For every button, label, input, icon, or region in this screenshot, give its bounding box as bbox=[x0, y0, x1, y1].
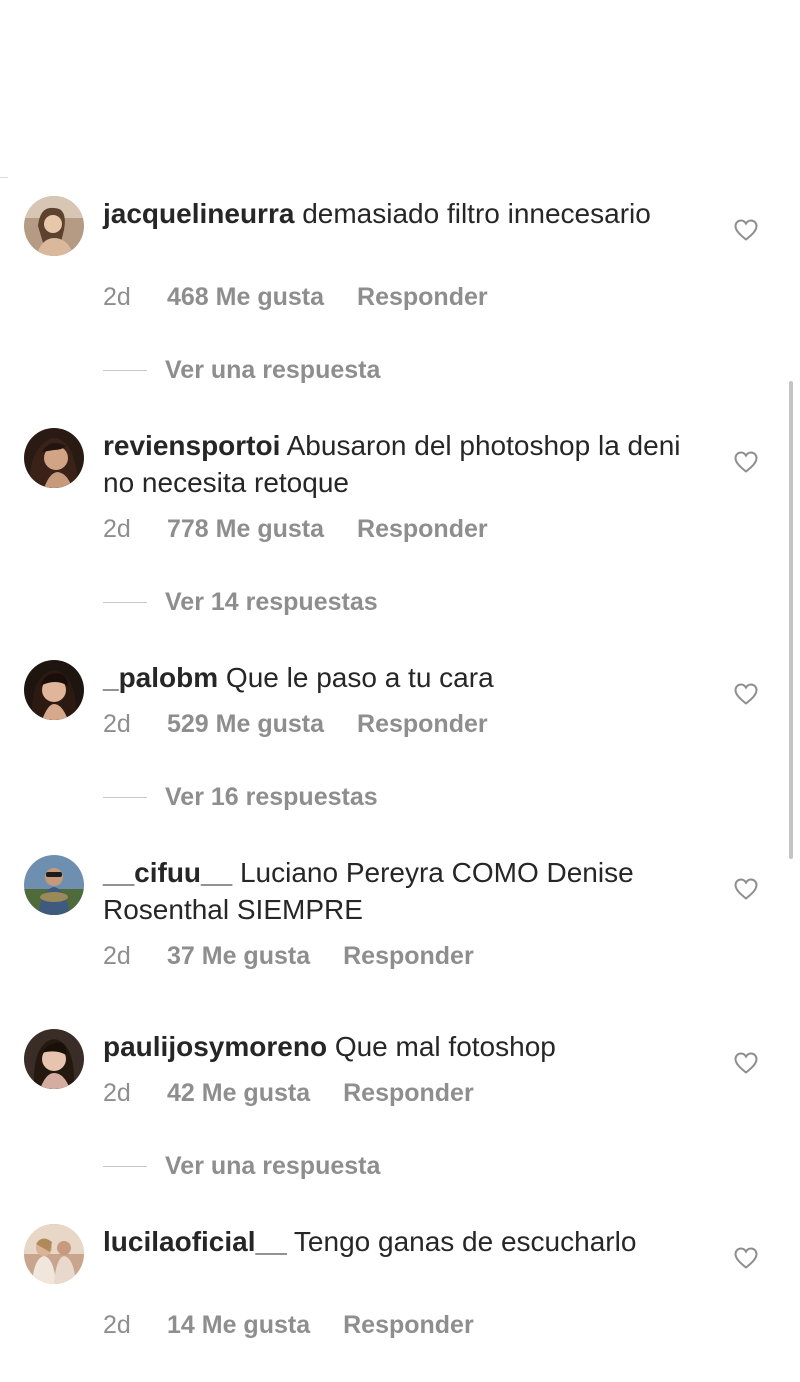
comment-time: 2d bbox=[103, 942, 131, 970]
header-divider bbox=[0, 177, 8, 178]
reply-button[interactable]: Responder bbox=[343, 941, 474, 971]
comment-likes[interactable]: 468 Me gusta bbox=[167, 282, 324, 312]
avatar[interactable] bbox=[24, 428, 84, 488]
comment-likes[interactable]: 37 Me gusta bbox=[167, 941, 310, 971]
comment-username[interactable]: reviensportoi bbox=[103, 430, 280, 461]
comment-meta: 2d 468 Me gusta Responder bbox=[103, 282, 488, 312]
view-replies-label[interactable]: Ver una respuesta bbox=[165, 1151, 380, 1181]
comment-text: __cifuu__ Luciano Pereyra COMO Denise Ro… bbox=[103, 854, 713, 928]
reply-button[interactable]: Responder bbox=[343, 1078, 474, 1108]
heart-icon[interactable] bbox=[733, 877, 759, 901]
view-replies-label[interactable]: Ver 16 respuestas bbox=[165, 782, 378, 812]
reply-button[interactable]: Responder bbox=[357, 282, 488, 312]
heart-icon[interactable] bbox=[733, 1246, 759, 1270]
replies-divider bbox=[103, 602, 147, 603]
comment-text: jacquelineurra demasiado filtro innecesa… bbox=[103, 195, 713, 232]
comment-text: lucilaoficial__ Tengo ganas de escucharl… bbox=[103, 1223, 713, 1260]
scrollbar[interactable] bbox=[789, 381, 793, 859]
comment-text: _palobm Que le paso a tu cara bbox=[103, 659, 713, 696]
replies-divider bbox=[103, 797, 147, 798]
comment-username[interactable]: jacquelineurra bbox=[103, 198, 294, 229]
comment-likes[interactable]: 42 Me gusta bbox=[167, 1078, 310, 1108]
avatar[interactable] bbox=[24, 1029, 84, 1089]
comment-likes[interactable]: 14 Me gusta bbox=[167, 1310, 310, 1340]
comment-time: 2d bbox=[103, 1079, 131, 1107]
comment-time: 2d bbox=[103, 283, 131, 311]
comment-meta: 2d 778 Me gusta Responder bbox=[103, 514, 488, 544]
avatar[interactable] bbox=[24, 1224, 84, 1284]
comment-meta: 2d 14 Me gusta Responder bbox=[103, 1310, 474, 1340]
view-replies-label[interactable]: Ver 14 respuestas bbox=[165, 587, 378, 617]
avatar[interactable] bbox=[24, 855, 84, 915]
comment-likes[interactable]: 778 Me gusta bbox=[167, 514, 324, 544]
avatar[interactable] bbox=[24, 660, 84, 720]
avatar[interactable] bbox=[24, 196, 84, 256]
comment-username[interactable]: __cifuu__ bbox=[103, 857, 232, 888]
view-replies-label[interactable]: Ver una respuesta bbox=[165, 355, 380, 385]
comment-meta: 2d 529 Me gusta Responder bbox=[103, 709, 488, 739]
comment-body: Que le paso a tu cara bbox=[225, 662, 494, 693]
heart-icon[interactable] bbox=[733, 682, 759, 706]
comment-body: demasiado filtro innecesario bbox=[302, 198, 651, 229]
reply-button[interactable]: Responder bbox=[357, 514, 488, 544]
comment-text: paulijosymoreno Que mal fotoshop bbox=[103, 1028, 713, 1065]
reply-button[interactable]: Responder bbox=[343, 1310, 474, 1340]
comment-body: Tengo ganas de escucharlo bbox=[293, 1226, 637, 1257]
comment-time: 2d bbox=[103, 1311, 131, 1339]
comment-username[interactable]: lucilaoficial__ bbox=[103, 1226, 287, 1257]
heart-icon[interactable] bbox=[733, 450, 759, 474]
comment-username[interactable]: _palobm bbox=[103, 662, 218, 693]
comment-username[interactable]: paulijosymoreno bbox=[103, 1031, 327, 1062]
comment-text: reviensportoi Abusaron del photoshop la … bbox=[103, 427, 713, 501]
comment-body: Que mal fotoshop bbox=[334, 1031, 556, 1062]
heart-icon[interactable] bbox=[733, 218, 759, 242]
comment-time: 2d bbox=[103, 515, 131, 543]
heart-icon[interactable] bbox=[733, 1051, 759, 1075]
reply-button[interactable]: Responder bbox=[357, 709, 488, 739]
comment-meta: 2d 37 Me gusta Responder bbox=[103, 941, 474, 971]
replies-divider bbox=[103, 370, 147, 371]
comment-likes[interactable]: 529 Me gusta bbox=[167, 709, 324, 739]
comment-time: 2d bbox=[103, 710, 131, 738]
comment-meta: 2d 42 Me gusta Responder bbox=[103, 1078, 474, 1108]
replies-divider bbox=[103, 1166, 147, 1167]
